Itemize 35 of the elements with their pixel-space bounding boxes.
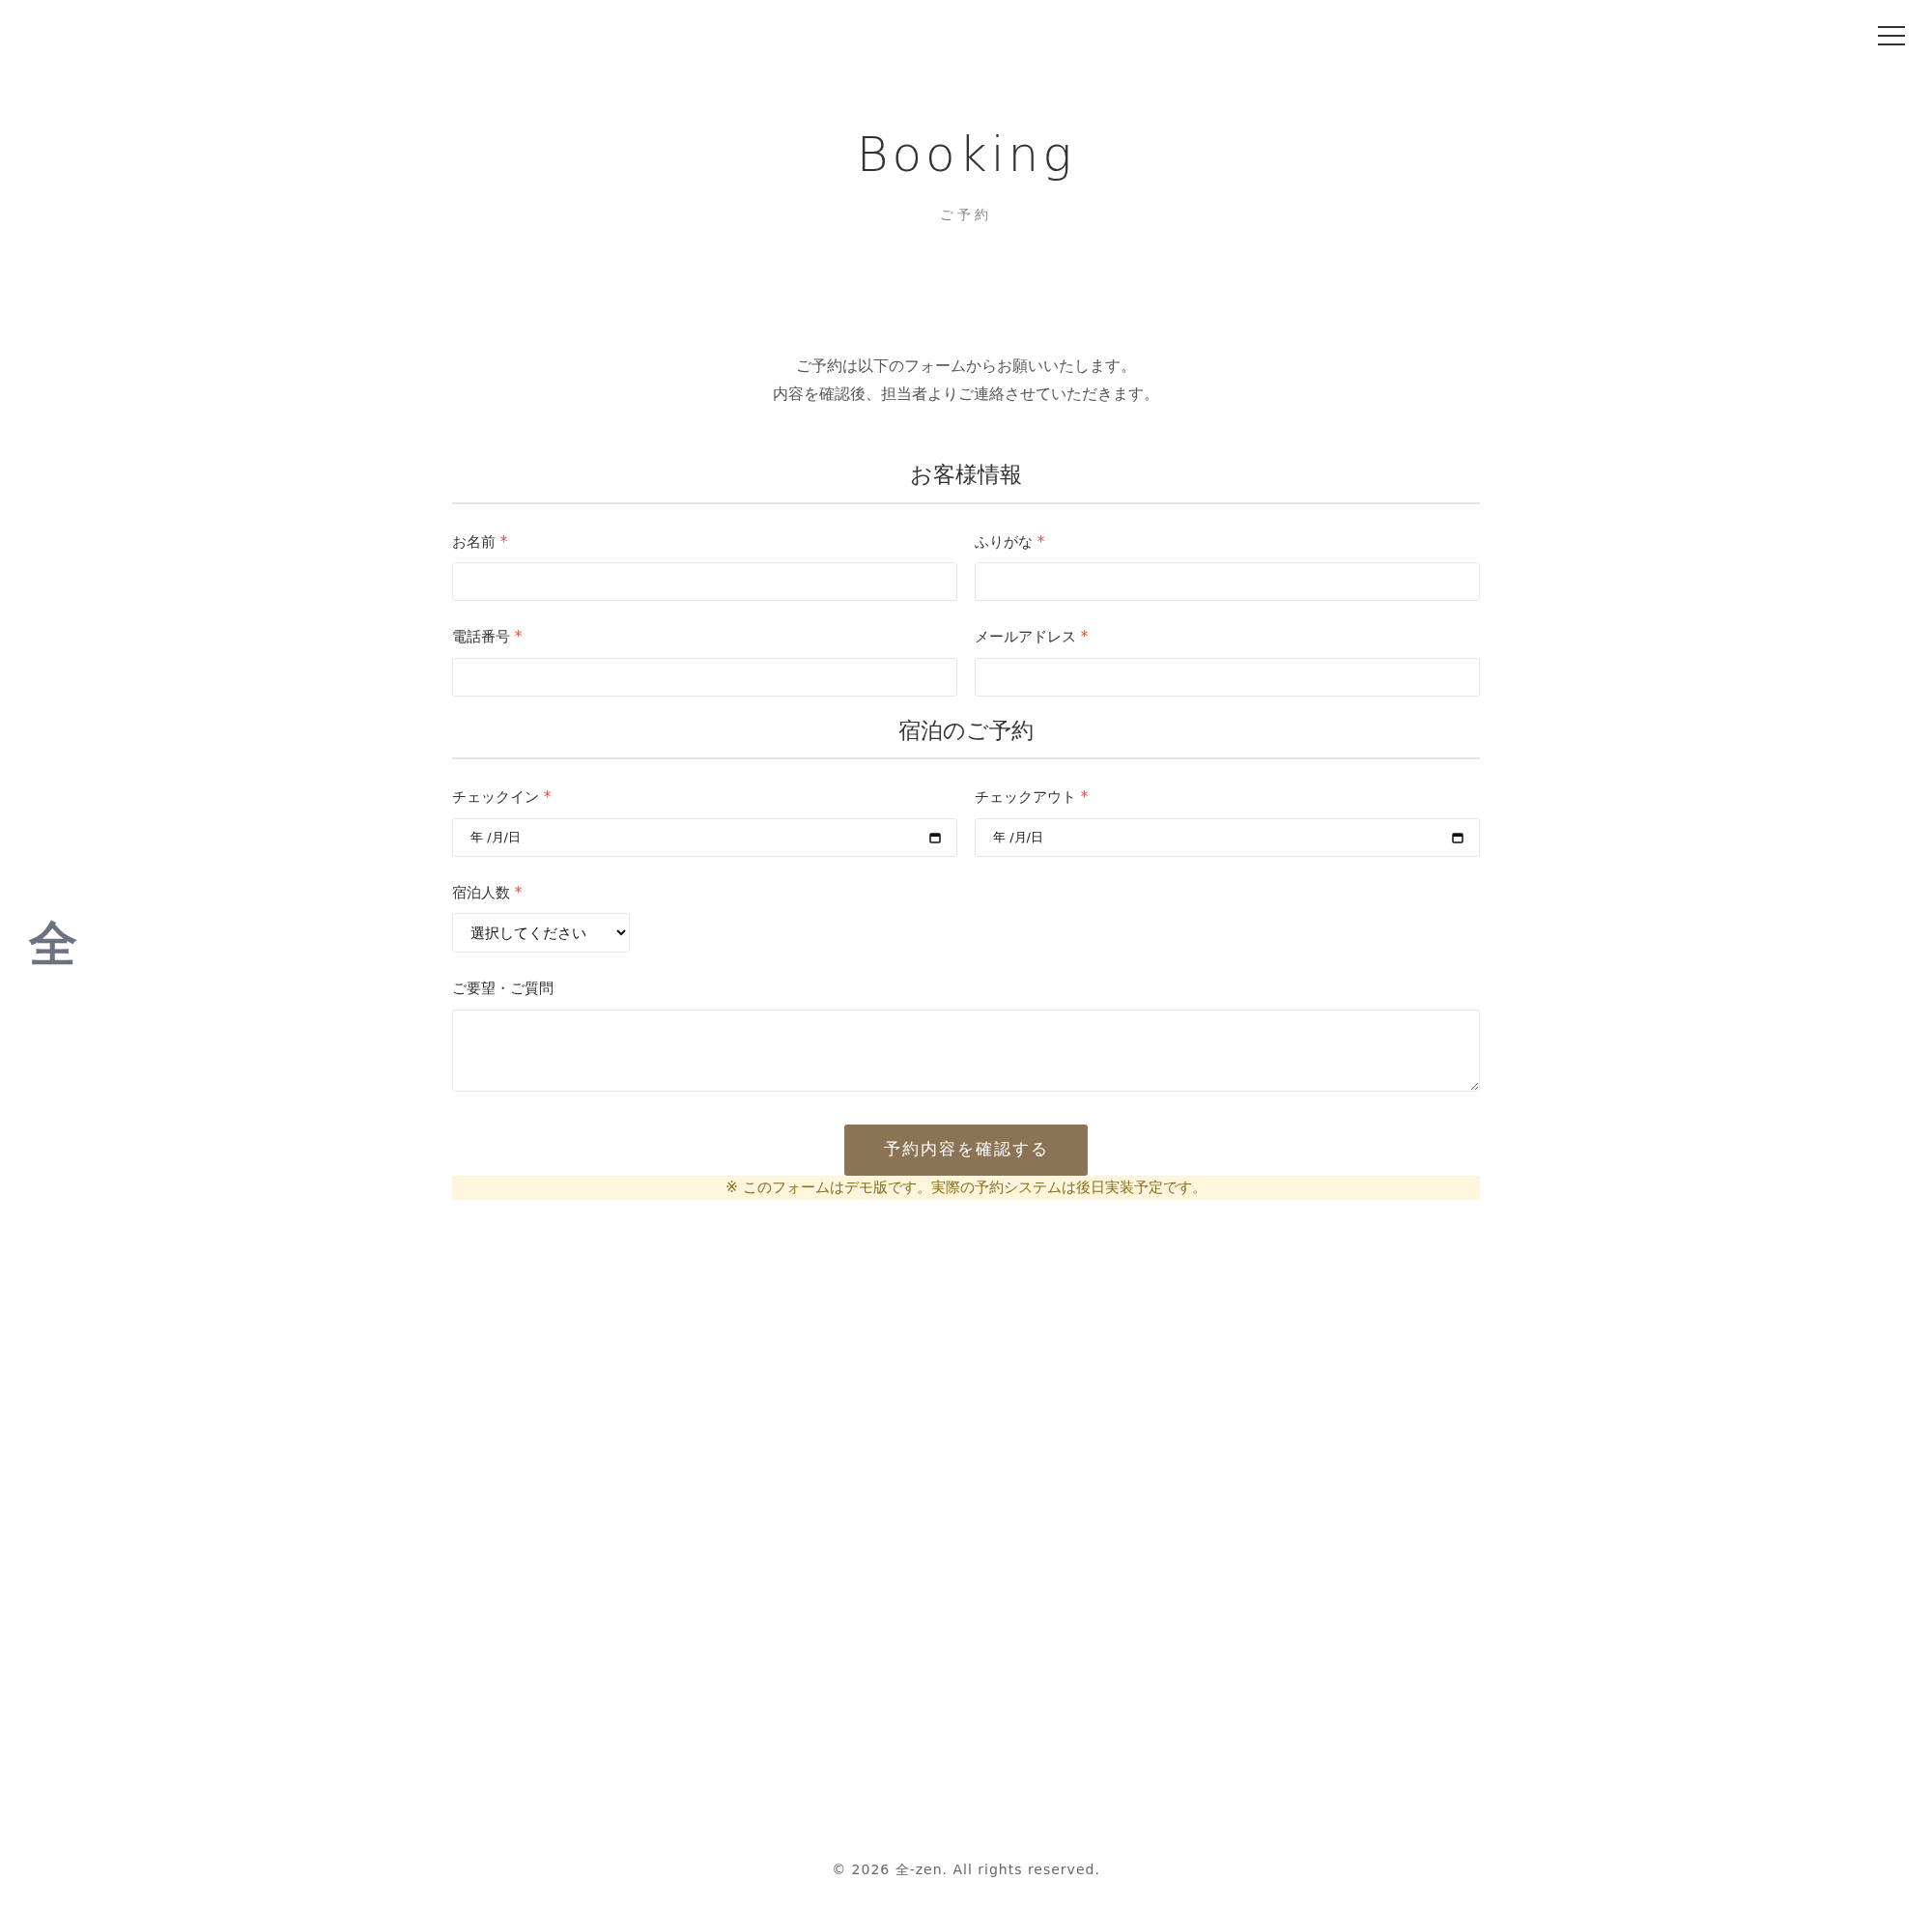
field-label: 電話番号 [452, 628, 510, 646]
select-field[interactable]: 選択してください [452, 913, 630, 954]
calendar-icon [929, 831, 941, 843]
input-field[interactable] [452, 562, 957, 602]
required-mark: * [1080, 788, 1089, 807]
submit-button[interactable]: 予約内容を確認する [844, 1124, 1088, 1176]
section-heading: お客様情報 [452, 462, 1480, 504]
intro-text: 内容を確認後、担当者よりご連絡させていただきます。 [773, 385, 1159, 403]
date-field[interactable]: 年 /月/日 [452, 817, 957, 857]
calendar-icon [1452, 831, 1463, 843]
intro-text: ご予約は以下のフォームからお願いいたします。 [796, 356, 1136, 375]
input-field[interactable] [975, 657, 1480, 697]
input-field[interactable] [452, 657, 957, 697]
demo-notice: ※ このフォームはデモ版です。実際の予約システムは後日実装予定です。 [452, 1175, 1480, 1200]
required-mark: * [514, 628, 523, 646]
logo[interactable]: 全 [29, 920, 77, 968]
date-field[interactable]: 年 /月/日 [975, 817, 1480, 857]
required-mark: * [1037, 532, 1045, 551]
field-label: ご要望・ご質問 [452, 980, 554, 998]
field-label: ふりがな [975, 532, 1033, 551]
required-mark: * [499, 532, 508, 551]
field-label: チェックイン [452, 788, 539, 807]
required-mark: * [543, 788, 552, 807]
field-label: チェックアウト [975, 788, 1076, 807]
text-area[interactable] [452, 1009, 1480, 1092]
page-title: Booking [855, 128, 1077, 182]
field-label: メールアドレス [975, 628, 1076, 646]
field-label: 宿泊人数 [452, 883, 510, 901]
input-field[interactable] [975, 562, 1480, 602]
section-heading: 宿泊のご予約 [452, 717, 1480, 760]
required-mark: * [514, 883, 523, 901]
copyright-text: © 2026 全-zen. All rights reserved. [832, 1862, 1100, 1877]
field-label: お名前 [452, 532, 496, 551]
page-subtitle: ご予約 [940, 206, 992, 224]
required-mark: * [1080, 628, 1089, 646]
